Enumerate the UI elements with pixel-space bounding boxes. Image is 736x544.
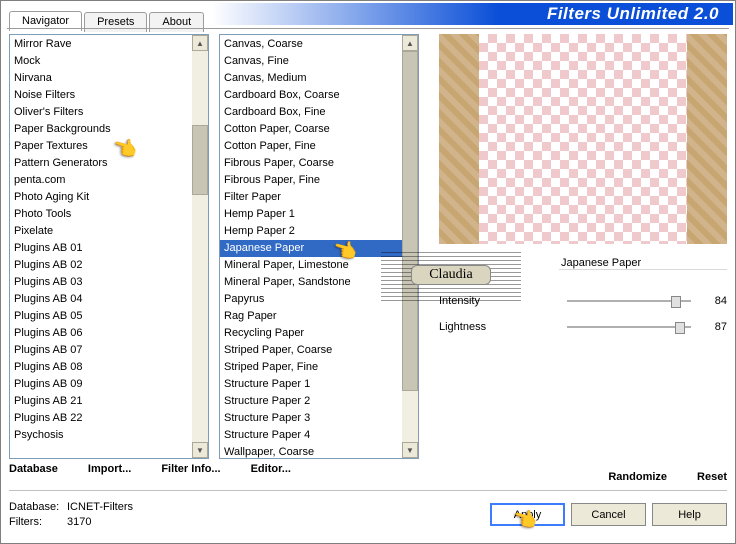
- list-item[interactable]: Plugins AB 05: [10, 308, 192, 325]
- list-item[interactable]: Filter Paper: [220, 189, 402, 206]
- selected-filter-name: Japanese Paper: [559, 257, 727, 270]
- list-item[interactable]: Pattern Generators: [10, 155, 192, 172]
- list-item[interactable]: Structure Paper 3: [220, 410, 402, 427]
- tab-presets[interactable]: Presets: [84, 12, 147, 32]
- list-item[interactable]: Noise Filters: [10, 87, 192, 104]
- intensity-slider[interactable]: [567, 300, 691, 302]
- list-item[interactable]: Fibrous Paper, Fine: [220, 172, 402, 189]
- main-area: Mirror RaveMockNirvanaNoise FiltersOlive…: [9, 34, 727, 483]
- dialog-buttons: Apply Cancel Help: [484, 503, 727, 526]
- filter-info-button[interactable]: Filter Info...: [161, 463, 220, 483]
- list-item[interactable]: Canvas, Coarse: [220, 36, 402, 53]
- scrollbar-mid[interactable]: ▲ ▼: [402, 35, 418, 458]
- list-item[interactable]: Plugins AB 03: [10, 274, 192, 291]
- list-item[interactable]: Japanese Paper: [220, 240, 402, 257]
- intensity-label: Intensity: [439, 295, 559, 307]
- tab-underline: [7, 28, 729, 29]
- list-item[interactable]: Plugins AB 21: [10, 393, 192, 410]
- parameters: Intensity 84 Lightness 87: [439, 290, 727, 342]
- filters-unlimited-window: Filters Unlimited 2.0 Navigator Presets …: [0, 0, 736, 544]
- list-item[interactable]: Paper Backgrounds: [10, 121, 192, 138]
- list-item[interactable]: Hemp Paper 2: [220, 223, 402, 240]
- help-button[interactable]: Help: [652, 503, 727, 526]
- intensity-value: 84: [699, 295, 727, 307]
- preview-image: [439, 34, 727, 244]
- list-item[interactable]: penta.com: [10, 172, 192, 189]
- list-item[interactable]: Cardboard Box, Fine: [220, 104, 402, 121]
- list-item[interactable]: Plugins AB 22: [10, 410, 192, 427]
- list-item[interactable]: Nirvana: [10, 70, 192, 87]
- preview-panel: Japanese Paper Intensity 84 Lightness 87: [429, 34, 727, 459]
- list-item[interactable]: Cotton Paper, Fine: [220, 138, 402, 155]
- list-item[interactable]: Canvas, Fine: [220, 53, 402, 70]
- list-item[interactable]: Papyrus: [220, 291, 402, 308]
- list-item[interactable]: Plugins AB 07: [10, 342, 192, 359]
- list-item[interactable]: Wallpaper, Coarse: [220, 444, 402, 458]
- list-item[interactable]: Mirror Rave: [10, 36, 192, 53]
- list-item[interactable]: Mock: [10, 53, 192, 70]
- list-item[interactable]: Structure Paper 2: [220, 393, 402, 410]
- scroll-up-icon[interactable]: ▲: [192, 35, 208, 51]
- list-item[interactable]: Cotton Paper, Coarse: [220, 121, 402, 138]
- list-item[interactable]: Fibrous Paper, Coarse: [220, 155, 402, 172]
- list-item[interactable]: Plugins AB 06: [10, 325, 192, 342]
- editor-button[interactable]: Editor...: [251, 463, 291, 483]
- apply-button[interactable]: Apply: [490, 503, 565, 526]
- category-listbox[interactable]: Mirror RaveMockNirvanaNoise FiltersOlive…: [9, 34, 209, 459]
- scroll-thumb[interactable]: [192, 125, 208, 195]
- lightness-slider[interactable]: [567, 326, 691, 328]
- list-item[interactable]: Striped Paper, Fine: [220, 359, 402, 376]
- list-item[interactable]: Paper Textures: [10, 138, 192, 155]
- list-item[interactable]: Striped Paper, Coarse: [220, 342, 402, 359]
- filter-listbox[interactable]: Canvas, CoarseCanvas, FineCanvas, Medium…: [219, 34, 419, 459]
- list-item[interactable]: Recycling Paper: [220, 325, 402, 342]
- footer: Database:ICNET-Filters Filters:3170 Appl…: [9, 497, 727, 537]
- scrollbar-left[interactable]: ▲ ▼: [192, 35, 208, 458]
- separator: [9, 490, 727, 491]
- list-item[interactable]: Mineral Paper, Limestone: [220, 257, 402, 274]
- list-item[interactable]: Cardboard Box, Coarse: [220, 87, 402, 104]
- list-item[interactable]: Oliver's Filters: [10, 104, 192, 121]
- footer-info: Database:ICNET-Filters Filters:3170: [9, 501, 133, 531]
- list-item[interactable]: Pixelate: [10, 223, 192, 240]
- list-item[interactable]: Photo Tools: [10, 206, 192, 223]
- list-item[interactable]: Canvas, Medium: [220, 70, 402, 87]
- list-item[interactable]: Psychosis: [10, 427, 192, 444]
- scroll-down-icon[interactable]: ▼: [402, 442, 418, 458]
- scroll-down-icon[interactable]: ▼: [192, 442, 208, 458]
- scroll-up-icon[interactable]: ▲: [402, 35, 418, 51]
- list-item[interactable]: Hemp Paper 1: [220, 206, 402, 223]
- lightness-value: 87: [699, 321, 727, 333]
- randomize-button[interactable]: Randomize: [608, 471, 667, 483]
- list-item[interactable]: Plugins AB 01: [10, 240, 192, 257]
- bottom-link-row: Database Import... Filter Info... Editor…: [9, 463, 727, 483]
- database-button[interactable]: Database: [9, 463, 58, 483]
- list-item[interactable]: Structure Paper 4: [220, 427, 402, 444]
- list-item[interactable]: Mineral Paper, Sandstone: [220, 274, 402, 291]
- list-item[interactable]: Plugins AB 02: [10, 257, 192, 274]
- list-item[interactable]: Rag Paper: [220, 308, 402, 325]
- tab-about[interactable]: About: [149, 12, 204, 32]
- lightness-label: Lightness: [439, 321, 559, 333]
- list-item[interactable]: Plugins AB 04: [10, 291, 192, 308]
- scroll-thumb[interactable]: [402, 51, 418, 391]
- title-bar: Filters Unlimited 2.0: [211, 3, 733, 25]
- list-item[interactable]: Plugins AB 09: [10, 376, 192, 393]
- list-item[interactable]: Structure Paper 1: [220, 376, 402, 393]
- import-button[interactable]: Import...: [88, 463, 131, 483]
- reset-button[interactable]: Reset: [697, 471, 727, 483]
- cancel-button[interactable]: Cancel: [571, 503, 646, 526]
- tab-strip: Navigator Presets About: [9, 10, 206, 30]
- list-item[interactable]: Plugins AB 08: [10, 359, 192, 376]
- app-title: Filters Unlimited 2.0: [547, 4, 719, 24]
- list-item[interactable]: Photo Aging Kit: [10, 189, 192, 206]
